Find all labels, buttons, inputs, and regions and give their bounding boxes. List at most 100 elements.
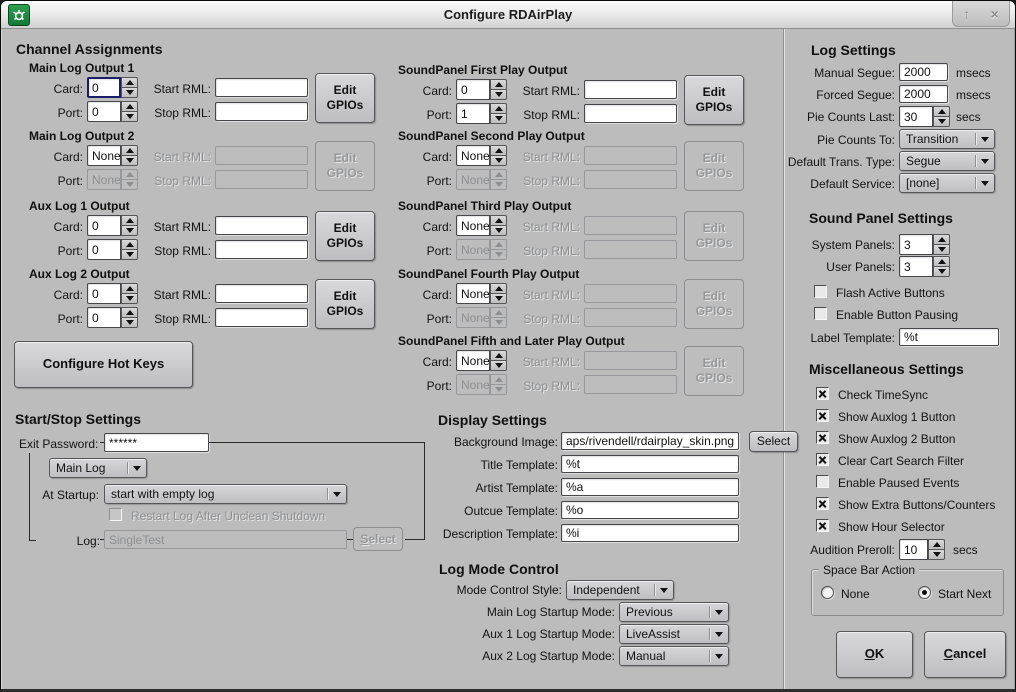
port-label: Port: xyxy=(29,174,83,188)
restart-log-checkbox[interactable] xyxy=(109,508,122,521)
edit-gpios-button[interactable]: Edit GPIOs xyxy=(684,141,744,191)
shade-button[interactable]: ↑ xyxy=(963,7,970,21)
edit-gpios-button[interactable]: Edit GPIOs xyxy=(684,346,744,396)
start-rml-input[interactable] xyxy=(584,146,677,165)
title-bar[interactable]: Configure RDAirPlay ↑ × xyxy=(1,1,1015,29)
stop-rml-label: Stop RML: xyxy=(496,108,580,122)
edit-gpios-button[interactable]: Edit GPIOs xyxy=(315,279,375,329)
misc-checkbox[interactable] xyxy=(816,431,829,444)
restart-log-label: Restart Log After Unclean Shutdown xyxy=(131,509,325,523)
spin-down-icon[interactable] xyxy=(933,116,950,127)
log-label: Log: xyxy=(61,534,100,548)
description-template-input[interactable] xyxy=(561,524,739,542)
default-trans-type-combo[interactable]: Segue xyxy=(899,151,995,171)
start-rml-label: Start RML: xyxy=(496,84,580,98)
stop-rml-input[interactable] xyxy=(584,375,677,394)
title-template-input[interactable] xyxy=(561,455,739,473)
spin-up-icon[interactable] xyxy=(928,539,945,549)
main-log-startup-combo[interactable]: Previous xyxy=(619,602,729,622)
background-image-input[interactable] xyxy=(561,432,739,450)
stop-rml-label: Stop RML: xyxy=(127,174,211,188)
channel-block-title: SoundPanel First Play Output xyxy=(398,63,567,77)
misc-checkbox[interactable] xyxy=(816,453,829,466)
manual-segue-input[interactable] xyxy=(899,63,948,81)
channel-block: SoundPanel Third Play Output Card: None … xyxy=(398,199,748,265)
background-image-select-button[interactable]: Select xyxy=(749,431,798,452)
channel-block: SoundPanel Second Play Output Card: None… xyxy=(398,129,748,195)
aux1-log-startup-combo[interactable]: LiveAssist xyxy=(619,624,729,644)
chevron-down-icon xyxy=(981,159,989,164)
aux2-log-startup-combo[interactable]: Manual xyxy=(619,646,729,666)
flash-active-buttons-checkbox[interactable] xyxy=(814,285,827,298)
window-title: Configure RDAirPlay xyxy=(1,7,1015,22)
forced-segue-unit: msecs xyxy=(956,88,991,102)
space-bar-start-next-radio[interactable] xyxy=(918,586,931,599)
outcue-template-input[interactable] xyxy=(561,501,739,519)
spin-up-icon[interactable] xyxy=(933,234,950,244)
configure-hot-keys-button[interactable]: Configure Hot Keys xyxy=(14,341,193,388)
user-panels-spinbox[interactable]: 3 xyxy=(899,256,950,277)
stop-rml-input[interactable] xyxy=(215,170,308,189)
user-panels-label: User Panels: xyxy=(785,260,895,274)
chevron-down-icon xyxy=(715,654,723,659)
mode-control-style-combo[interactable]: Independent xyxy=(566,580,674,600)
stop-rml-input[interactable] xyxy=(215,308,308,327)
start-rml-input[interactable] xyxy=(215,284,308,303)
spin-up-icon[interactable] xyxy=(933,106,950,116)
pie-counts-to-combo[interactable]: Transition xyxy=(899,129,995,149)
edit-gpios-button[interactable]: Edit GPIOs xyxy=(684,211,744,261)
start-rml-input[interactable] xyxy=(584,351,677,370)
edit-gpios-button[interactable]: Edit GPIOs xyxy=(684,279,744,329)
stop-rml-input[interactable] xyxy=(584,240,677,259)
close-button[interactable]: × xyxy=(991,7,999,21)
card-label: Card: xyxy=(398,150,452,164)
start-rml-input[interactable] xyxy=(584,284,677,303)
edit-gpios-button[interactable]: Edit GPIOs xyxy=(315,141,375,191)
start-rml-input[interactable] xyxy=(215,216,308,235)
enable-button-pausing-checkbox[interactable] xyxy=(814,307,827,320)
spin-up-icon[interactable] xyxy=(933,256,950,266)
audition-preroll-spinbox[interactable]: 10 xyxy=(899,539,945,560)
start-rml-input[interactable] xyxy=(215,78,308,97)
start-rml-input[interactable] xyxy=(215,146,308,165)
space-bar-none-radio[interactable] xyxy=(821,586,834,599)
card-label: Card: xyxy=(29,288,83,302)
start-rml-input[interactable] xyxy=(584,216,677,235)
stop-rml-input[interactable] xyxy=(215,102,308,121)
misc-checkbox[interactable] xyxy=(816,519,829,532)
misc-checkbox[interactable] xyxy=(816,409,829,422)
stop-rml-input[interactable] xyxy=(215,240,308,259)
forced-segue-input[interactable] xyxy=(899,85,948,103)
log-name-input[interactable] xyxy=(104,530,347,549)
misc-checkbox[interactable] xyxy=(816,387,829,400)
label-template-input[interactable] xyxy=(899,328,999,346)
edit-gpios-button[interactable]: Edit GPIOs xyxy=(684,75,744,125)
edit-gpios-button[interactable]: Edit GPIOs xyxy=(315,211,375,261)
channel-block-title: SoundPanel Third Play Output xyxy=(398,199,571,213)
pie-counts-last-spinbox[interactable]: 30 xyxy=(899,106,950,127)
spin-down-icon[interactable] xyxy=(928,549,945,560)
description-template-label: Description Template: xyxy=(421,527,558,541)
default-service-combo[interactable]: [none] xyxy=(899,173,995,193)
cancel-button[interactable]: Cancel xyxy=(924,631,1006,678)
aux1-log-startup-label: Aux 1 Log Startup Mode: xyxy=(441,627,615,641)
spin-down-icon[interactable] xyxy=(933,266,950,277)
port-label: Port: xyxy=(29,244,83,258)
artist-template-input[interactable] xyxy=(561,478,739,496)
edit-gpios-button[interactable]: Edit GPIOs xyxy=(315,73,375,123)
audition-preroll-label: Audition Preroll: xyxy=(785,543,895,557)
misc-checkbox[interactable] xyxy=(816,497,829,510)
stop-rml-input[interactable] xyxy=(584,104,677,123)
misc-checkbox[interactable] xyxy=(816,475,829,488)
stop-rml-input[interactable] xyxy=(584,308,677,327)
at-startup-combo[interactable]: start with empty log xyxy=(104,484,347,504)
log-machine-combo[interactable]: Main Log xyxy=(49,458,147,478)
stop-rml-input[interactable] xyxy=(584,170,677,189)
ok-button[interactable]: OK xyxy=(836,631,913,678)
spin-down-icon[interactable] xyxy=(933,244,950,255)
connector-line xyxy=(100,442,104,443)
log-select-button[interactable]: Select xyxy=(353,527,403,551)
exit-password-input[interactable] xyxy=(104,433,209,452)
system-panels-spinbox[interactable]: 3 xyxy=(899,234,950,255)
start-rml-input[interactable] xyxy=(584,80,677,99)
